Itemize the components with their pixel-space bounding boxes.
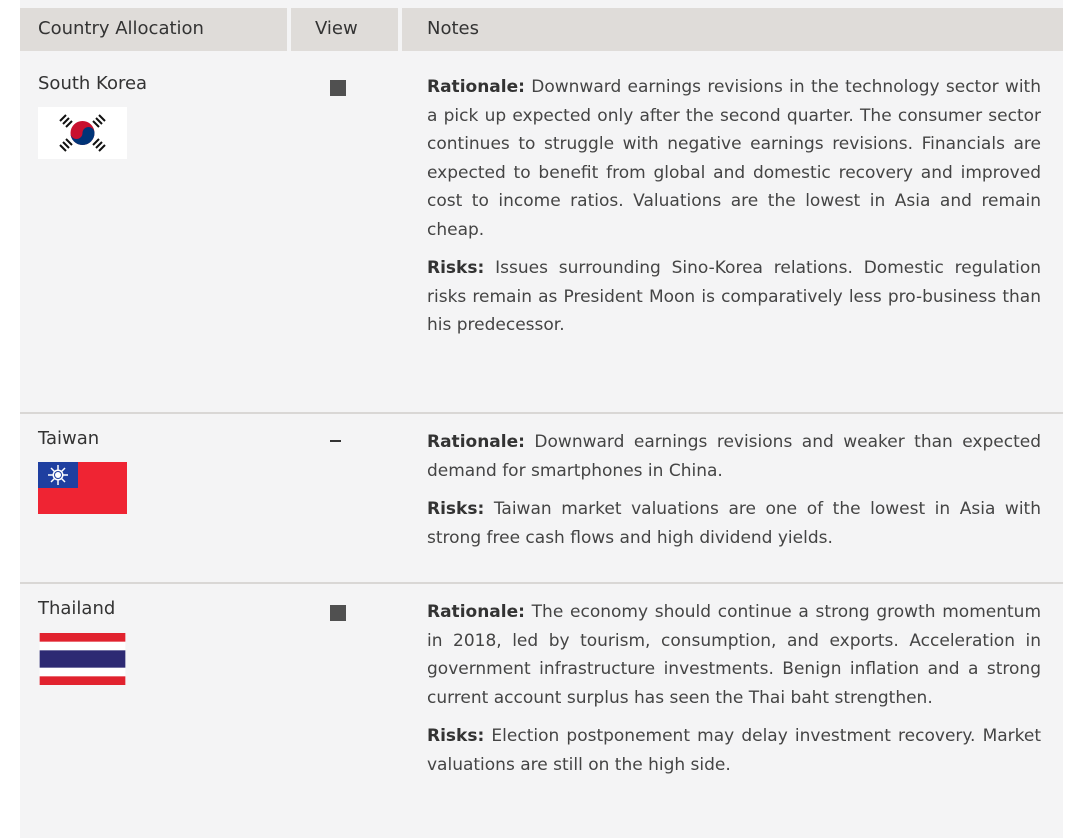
allocation-table: Country Allocation View Notes South Kore… <box>20 0 1063 838</box>
risks-paragraph: Risks: Taiwan market valuations are one … <box>427 495 1041 552</box>
rationale-label: Rationale: <box>427 432 525 452</box>
south-korea-flag-icon <box>38 107 127 159</box>
risks-label: Risks: <box>427 499 485 519</box>
view-dash-icon <box>330 440 341 442</box>
rationale-label: Rationale: <box>427 602 525 622</box>
header-view: View <box>315 18 358 39</box>
country-name: Thailand <box>38 598 116 619</box>
risks-paragraph: Risks: Issues surrounding Sino-Korea rel… <box>427 254 1041 340</box>
rationale-label: Rationale: <box>427 77 525 97</box>
country-name: South Korea <box>38 73 148 94</box>
risks-text: Election postponement may delay investme… <box>427 726 1042 775</box>
risks-label: Risks: <box>427 258 485 278</box>
header-notes: Notes <box>427 18 479 39</box>
risks-text: Issues surrounding Sino-Korea relations.… <box>427 258 1042 335</box>
header-country-allocation: Country Allocation <box>38 18 204 39</box>
risks-paragraph: Risks: Election postponement may delay i… <box>427 722 1041 779</box>
notes-cell: Rationale: Downward earnings revisions a… <box>427 428 1041 562</box>
table-header: Country Allocation View Notes <box>20 8 1063 51</box>
header-divider <box>287 8 291 51</box>
rationale-paragraph: Rationale: Downward earnings revisions a… <box>427 428 1041 485</box>
taiwan-flag-icon <box>38 462 127 514</box>
row-divider <box>20 412 1063 414</box>
thailand-flag-icon <box>39 633 126 685</box>
header-divider <box>398 8 402 51</box>
risks-text: Taiwan market valuations are one of the … <box>427 499 1041 548</box>
row-divider <box>20 582 1063 584</box>
rationale-paragraph: Rationale: Downward earnings revisions i… <box>427 73 1041 244</box>
rationale-text: Downward earnings revisions in the techn… <box>427 77 1041 240</box>
view-square-icon <box>330 80 346 96</box>
country-name: Taiwan <box>38 428 100 449</box>
view-square-icon <box>330 605 346 621</box>
notes-cell: Rationale: Downward earnings revisions i… <box>427 73 1041 350</box>
risks-label: Risks: <box>427 726 485 746</box>
notes-cell: Rationale: The economy should continue a… <box>427 598 1041 789</box>
rationale-paragraph: Rationale: The economy should continue a… <box>427 598 1041 712</box>
